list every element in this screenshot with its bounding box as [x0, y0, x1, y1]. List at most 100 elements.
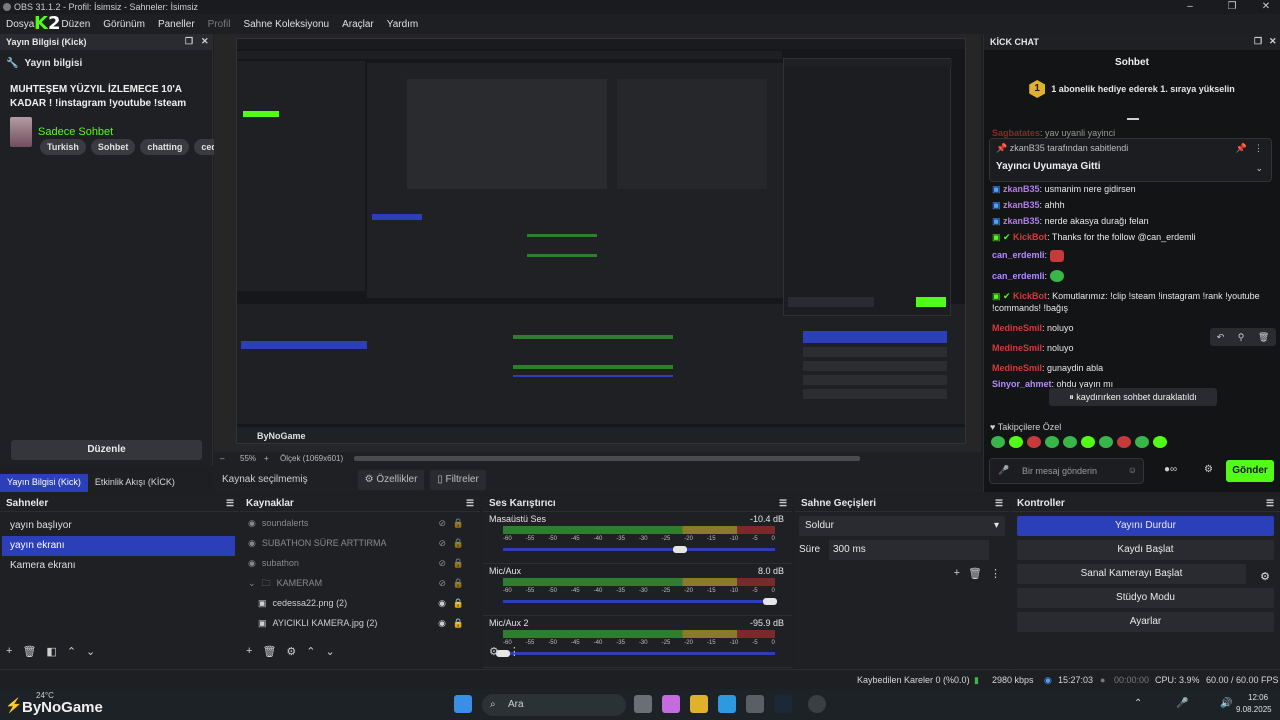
more-icon[interactable]: ⋮	[509, 645, 520, 658]
virtual-camera-settings-icon[interactable]: ⚙	[1260, 570, 1270, 583]
move-down-icon[interactable]: ⌄	[326, 645, 335, 658]
add-icon[interactable]: +	[6, 645, 12, 657]
filter-icon[interactable]: ◧	[46, 645, 56, 658]
properties-icon[interactable]: ⚙	[286, 645, 296, 658]
start-menu-icon[interactable]	[454, 695, 472, 713]
chat-extra-icon[interactable]: ●∞	[1164, 464, 1177, 475]
transition-select[interactable]: Soldur ▾	[799, 516, 1005, 536]
scene-item[interactable]: Kamera ekranı	[2, 556, 235, 576]
chat-username[interactable]: MedineSmil	[992, 363, 1042, 373]
copilot-icon[interactable]	[662, 695, 680, 713]
emote-icon[interactable]	[1135, 436, 1149, 448]
chat-username[interactable]: Sinyor_ahmet	[992, 379, 1052, 389]
emote-icon[interactable]	[1099, 436, 1113, 448]
category-name[interactable]: Sadece Sohbet	[38, 126, 113, 138]
zoom-in-icon[interactable]: +	[264, 454, 269, 463]
store-icon[interactable]	[746, 695, 764, 713]
close-button[interactable]: ✕	[1248, 0, 1280, 14]
chat-settings-icon[interactable]: ⚙	[1204, 464, 1213, 475]
dock-menu-icon[interactable]: ☰	[1266, 498, 1274, 509]
emote-icon[interactable]	[991, 436, 1005, 448]
pin-icon[interactable]: 📌	[1236, 143, 1247, 154]
delete-icon[interactable]: 🗑	[22, 645, 36, 658]
source-group[interactable]: ⌄ 🗀 KAMERAM ⊘ 🔒	[242, 573, 480, 593]
volume-slider[interactable]	[503, 598, 777, 605]
chevron-down-icon[interactable]: ⌄	[1255, 163, 1263, 174]
taskbar-search[interactable]: Ara	[482, 694, 626, 716]
scene-item[interactable]: yayın ekranı	[2, 536, 235, 556]
volume-knob[interactable]	[762, 598, 777, 605]
undock-icon[interactable]: ❐	[185, 36, 193, 47]
drag-handle-icon[interactable]	[1127, 118, 1139, 120]
volume-slider[interactable]	[503, 546, 775, 553]
filters-button[interactable]: ▯ Filtreler	[430, 470, 486, 490]
close-icon[interactable]: ✕	[1269, 36, 1277, 47]
lock-icon[interactable]: 🔒	[453, 553, 464, 573]
emote-icon[interactable]	[1009, 436, 1023, 448]
chat-username[interactable]: MedineSmil	[992, 343, 1042, 353]
file-explorer-icon[interactable]	[690, 695, 708, 713]
emote-icon[interactable]	[1045, 436, 1059, 448]
chat-username[interactable]: can_erdemli	[992, 250, 1045, 260]
tab-event-feed[interactable]: Etkinlik Akışı (KİCK)	[88, 474, 182, 492]
studio-mode-button[interactable]: Stüdyo Modu	[1017, 588, 1274, 608]
pinned-message[interactable]: 📌 zkanB35 tarafından sabitlendi Yayıncı …	[989, 138, 1272, 182]
menu-tools[interactable]: Araçlar	[336, 19, 381, 30]
add-icon[interactable]: +	[954, 567, 960, 580]
duration-input[interactable]: 300 ms	[829, 540, 989, 560]
tray-chevron-icon[interactable]: ⌃	[1134, 698, 1142, 709]
microphone-icon[interactable]: 🎤	[998, 465, 1009, 476]
edge-icon[interactable]	[718, 695, 736, 713]
emote-icon[interactable]	[1117, 436, 1131, 448]
visibility-off-icon[interactable]: ⊘	[438, 573, 446, 593]
advanced-audio-icon[interactable]: ⚙	[489, 645, 499, 658]
emoji-icon[interactable]: ☺	[1128, 465, 1137, 475]
delete-icon[interactable]: 🗑	[968, 567, 982, 580]
chat-username[interactable]: MedineSmil	[992, 323, 1042, 333]
horizontal-scrollbar[interactable]	[354, 456, 860, 461]
clock-date[interactable]: 9.08.2025	[1236, 705, 1272, 714]
visibility-icon[interactable]: ◉	[438, 613, 446, 633]
dock-menu-icon[interactable]: ☰	[779, 498, 787, 509]
start-virtual-camera-button[interactable]: Sanal Kamerayı Başlat	[1017, 564, 1246, 584]
reply-icon[interactable]: ↶	[1217, 332, 1225, 343]
send-button[interactable]: Gönder	[1226, 460, 1274, 482]
source-item[interactable]: ◉ SUBATHON SÜRE ARTTIRMA ⊘ 🔒	[242, 533, 480, 553]
stop-streaming-button[interactable]: Yayını Durdur	[1017, 516, 1274, 536]
tab-stream-info[interactable]: Yayın Bilgisi (Kick)	[0, 474, 88, 492]
source-item[interactable]: ▣ AYICIKLI KAMERA.jpg (2) ◉ 🔒	[242, 613, 480, 633]
chat-input[interactable]: 🎤 Bir mesaj gönderin ☺	[989, 458, 1144, 484]
properties-button[interactable]: ⚙ Özellikler	[358, 470, 424, 490]
delete-icon[interactable]: 🗑	[1258, 332, 1269, 343]
menu-profile[interactable]: Profil	[202, 19, 238, 30]
start-recording-button[interactable]: Kaydı Başlat	[1017, 540, 1274, 560]
chat-username[interactable]: zkanB35	[1003, 200, 1040, 210]
chat-paused-banner[interactable]: ⏸ kaydırırken sohbet duraklatıldı	[1049, 388, 1217, 406]
close-icon[interactable]: ✕	[201, 36, 209, 47]
gift-leaderboard[interactable]: 1 1 abonelik hediye ederek 1. sıraya yük…	[984, 75, 1280, 103]
chat-username[interactable]: zkanB35	[1003, 184, 1040, 194]
visibility-off-icon[interactable]: ⊘	[438, 553, 446, 573]
chat-tab-title[interactable]: Sohbet	[984, 50, 1280, 75]
menu-help[interactable]: Yardım	[381, 19, 426, 30]
dock-menu-icon[interactable]: ☰	[226, 498, 234, 509]
source-item[interactable]: ◉ subathon ⊘ 🔒	[242, 553, 480, 573]
dock-menu-icon[interactable]: ☰	[995, 498, 1003, 509]
maximize-button[interactable]: ❐	[1214, 0, 1250, 14]
zoom-out-icon[interactable]: –	[220, 454, 224, 463]
pin-icon[interactable]: ⚲	[1238, 332, 1245, 343]
visibility-icon[interactable]: ◉	[438, 593, 446, 613]
chat-username[interactable]: zkanB35	[1003, 216, 1040, 226]
source-item[interactable]: ▣ cedessa22.png (2) ◉ 🔒	[242, 593, 480, 613]
undock-icon[interactable]: ❐	[1254, 36, 1262, 47]
visibility-off-icon[interactable]: ⊘	[438, 513, 446, 533]
task-view-icon[interactable]	[634, 695, 652, 713]
delete-icon[interactable]: 🗑	[262, 645, 276, 658]
source-item[interactable]: ◉ soundalerts ⊘ 🔒	[242, 513, 480, 533]
settings-button[interactable]: Ayarlar	[1017, 612, 1274, 632]
clock-time[interactable]: 12:06	[1248, 693, 1268, 702]
mic-icon[interactable]: 🎤	[1176, 698, 1188, 709]
edit-button[interactable]: Düzenle	[11, 440, 202, 460]
minimize-button[interactable]: –	[1172, 0, 1208, 14]
chat-username[interactable]: Sagbatates	[992, 128, 1040, 138]
